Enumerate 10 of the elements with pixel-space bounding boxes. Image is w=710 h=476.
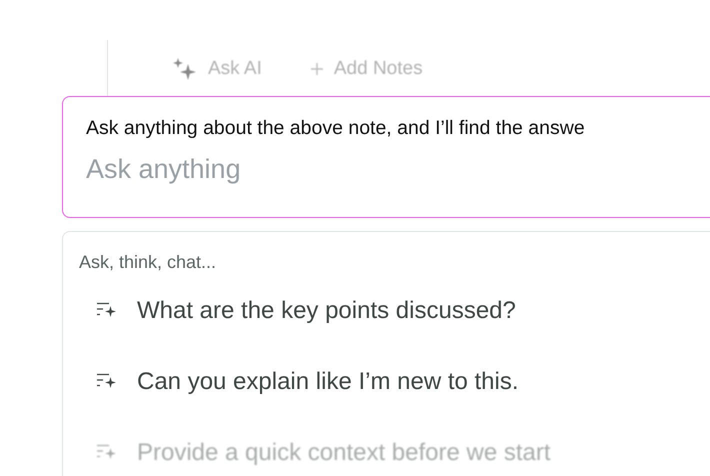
add-notes-button[interactable]: Add Notes bbox=[310, 58, 423, 80]
plus-icon bbox=[310, 62, 324, 76]
suggestion-item[interactable]: Provide a quick context before we start bbox=[93, 439, 710, 467]
sparkle-icon bbox=[172, 56, 198, 82]
suggestion-item[interactable]: What are the key points discussed? bbox=[93, 297, 710, 325]
ask-input-field[interactable]: Ask anything bbox=[86, 154, 486, 185]
suggestions-header: Ask, think, chat... bbox=[79, 252, 218, 273]
suggestion-item[interactable]: Can you explain like I’m new to this. bbox=[93, 368, 710, 396]
prompt-text: Ask anything about the above note, and I’ll find the answe bbox=[86, 117, 586, 140]
ask-ai-button[interactable]: Ask AI bbox=[172, 56, 262, 82]
